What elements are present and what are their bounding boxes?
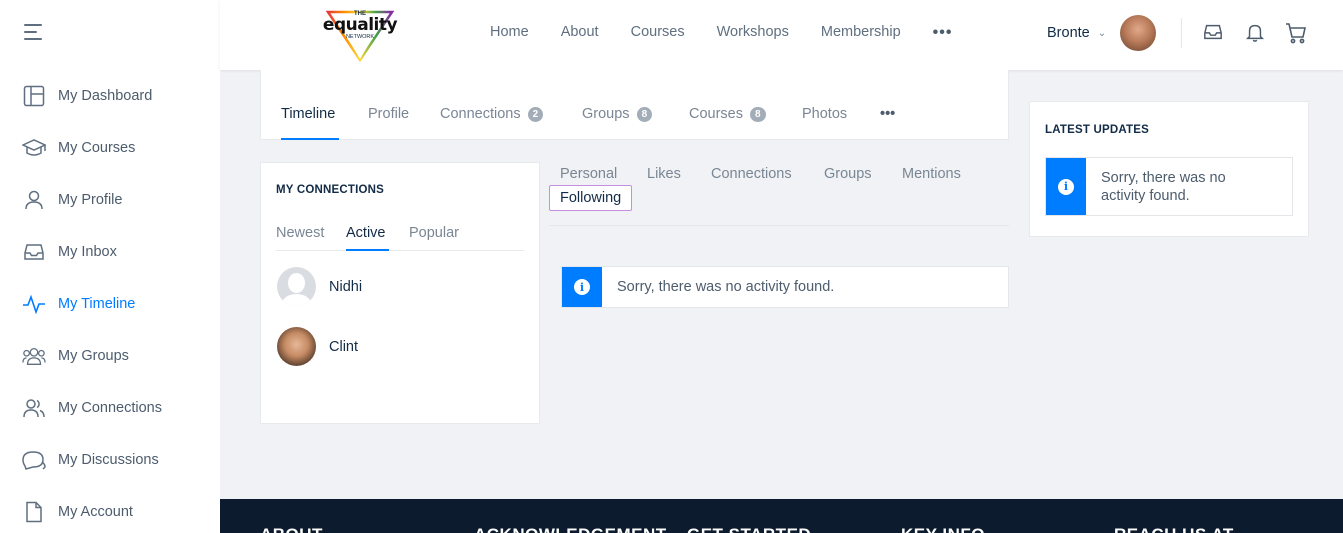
inbox-icon[interactable] (1203, 22, 1225, 44)
sidebar-item-label: My Discussions (58, 452, 159, 468)
member-name[interactable]: Nidhi (329, 279, 362, 295)
document-icon (22, 500, 46, 524)
tab-groups[interactable]: Groups 8 (582, 106, 653, 122)
sidebar-item-connections[interactable]: My Connections (22, 396, 162, 420)
tab-timeline[interactable]: Timeline (281, 106, 335, 122)
my-connections-widget: MY CONNECTIONS Newest Active Popular Nid… (260, 162, 540, 424)
active-tab-indicator (281, 138, 339, 140)
nav-workshops[interactable]: Workshops (717, 24, 789, 42)
nav-about[interactable]: About (561, 24, 599, 42)
user-name[interactable]: Bronte (1047, 25, 1090, 41)
graduation-cap-icon (22, 136, 46, 160)
sidebar-item-account[interactable]: My Account (22, 500, 133, 524)
sidebar-item-label: My Connections (58, 400, 162, 416)
info-icon-box: i (562, 267, 602, 307)
connections-icon (22, 396, 46, 420)
widget-title: LATEST UPDATES (1045, 124, 1149, 136)
sidebar-item-label: My Courses (58, 140, 136, 156)
site-footer: ABOUT ACKNOWLEDGEMENT GET STARTED KEY IN… (220, 499, 1343, 533)
subtab-groups[interactable]: Groups (824, 166, 872, 182)
info-icon: i (574, 279, 590, 295)
active-filter-indicator (346, 249, 389, 251)
logo-sub-text: NETWORK (345, 34, 375, 40)
nav-courses[interactable]: Courses (631, 24, 685, 42)
more-tabs-icon[interactable]: ••• (880, 106, 895, 122)
user-icon (22, 188, 46, 212)
footer-heading: ACKNOWLEDGEMENT (474, 525, 667, 533)
chevron-down-icon[interactable]: ⌄ (1098, 28, 1106, 39)
main-nav: Home About Courses Workshops Membership … (490, 24, 984, 42)
list-item[interactable]: Clint (277, 327, 358, 366)
nav-more-icon[interactable]: ••• (933, 24, 953, 42)
nav-membership[interactable]: Membership (821, 24, 901, 42)
subtab-personal[interactable]: Personal (560, 166, 617, 182)
sidebar-item-timeline[interactable]: My Timeline (22, 292, 135, 316)
site-logo[interactable]: THE equality NETWORK (320, 4, 400, 64)
footer-heading: ABOUT (260, 525, 323, 533)
profile-header-bottom (260, 70, 1009, 90)
sidebar-item-courses[interactable]: My Courses (22, 136, 135, 160)
avatar[interactable] (1120, 15, 1157, 51)
nav-home[interactable]: Home (490, 24, 529, 42)
count-badge: 2 (527, 106, 544, 122)
filter-popular[interactable]: Popular (409, 225, 459, 241)
sidebar-item-groups[interactable]: My Groups (22, 344, 129, 368)
inbox-icon (22, 240, 46, 264)
logo-wordmark: equality (322, 15, 398, 35)
filter-newest[interactable]: Newest (276, 225, 324, 241)
empty-activity-notice: i Sorry, there was no activity found. (561, 266, 1009, 308)
divider (1181, 18, 1182, 48)
avatar[interactable] (277, 267, 316, 306)
tab-connections[interactable]: Connections 2 (440, 106, 544, 122)
footer-heading: KEY INFO (901, 525, 985, 533)
footer-heading: GET STARTED (687, 525, 811, 533)
subtab-following[interactable]: Following (549, 185, 633, 211)
subtab-connections[interactable]: Connections (711, 166, 792, 182)
notice-line: activity found. (1101, 187, 1190, 204)
bell-icon[interactable] (1245, 22, 1267, 44)
discussions-icon (22, 448, 46, 472)
footer-heading: REACH US AT (1114, 525, 1234, 533)
sidebar-item-profile[interactable]: My Profile (22, 188, 122, 212)
tab-photos[interactable]: Photos (802, 106, 847, 122)
avatar[interactable] (277, 327, 316, 366)
menu-toggle-icon[interactable] (24, 24, 44, 44)
notice-text: Sorry, there was no activity found. (1101, 169, 1226, 205)
sidebar-item-label: My Account (58, 504, 133, 520)
info-icon-box: i (1046, 158, 1086, 215)
sidebar: My Dashboard My Courses My Profile My In… (0, 0, 220, 533)
sidebar-item-label: My Profile (58, 192, 123, 208)
info-icon: i (1058, 178, 1074, 195)
connections-filter-tabs: Newest Active Popular (276, 225, 524, 251)
subtab-mentions[interactable]: Mentions (902, 166, 961, 182)
profile-tabs: Timeline Profile Connections 2 Groups 8 Co… (260, 89, 1009, 140)
sidebar-item-discussions[interactable]: My Discussions (22, 448, 159, 472)
top-header: THE equality NETWORK Home About Courses … (220, 0, 1343, 70)
sidebar-item-inbox[interactable]: My Inbox (22, 240, 117, 264)
widget-title: MY CONNECTIONS (276, 184, 385, 196)
sidebar-item-label: My Dashboard (58, 88, 153, 104)
filter-active[interactable]: Active (346, 225, 386, 241)
list-item[interactable]: Nidhi (277, 267, 362, 306)
tab-courses[interactable]: Courses 8 (689, 106, 766, 122)
count-badge: 8 (750, 106, 766, 122)
groups-icon (22, 344, 46, 368)
activity-icon (22, 292, 46, 316)
notice-line: Sorry, there was no (1101, 169, 1226, 186)
sidebar-item-label: My Timeline (58, 296, 136, 312)
member-name[interactable]: Clint (329, 339, 358, 355)
sidebar-item-label: My Inbox (58, 244, 117, 260)
updates-empty-notice: i Sorry, there was no activity found. (1045, 157, 1293, 216)
sidebar-item-label: My Groups (58, 348, 129, 364)
cart-icon[interactable] (1285, 22, 1307, 44)
activity-subtabs: Personal Likes Connections Groups Mentio… (549, 162, 1009, 226)
user-menu[interactable]: Bronte ⌄ (1047, 15, 1157, 51)
count-badge: 8 (636, 106, 653, 122)
tab-profile[interactable]: Profile (368, 106, 409, 122)
subtab-likes[interactable]: Likes (647, 166, 681, 182)
notice-text: Sorry, there was no activity found. (617, 279, 835, 295)
sidebar-item-dashboard[interactable]: My Dashboard (22, 84, 152, 108)
dashboard-icon (22, 84, 46, 108)
